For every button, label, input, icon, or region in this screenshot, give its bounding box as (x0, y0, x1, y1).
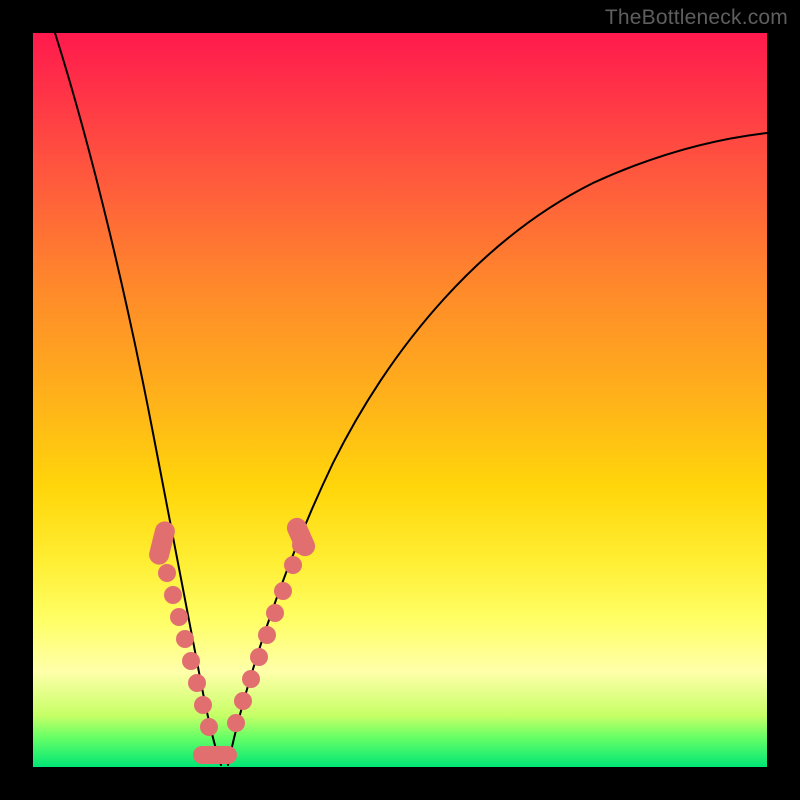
bottleneck-curve (33, 33, 767, 767)
beads-left (147, 519, 218, 736)
curve-right-arm (228, 133, 767, 765)
plot-area (33, 33, 767, 767)
beads-valley (193, 746, 237, 764)
watermark-text: TheBottleneck.com (605, 6, 788, 30)
beads-right (227, 515, 318, 732)
